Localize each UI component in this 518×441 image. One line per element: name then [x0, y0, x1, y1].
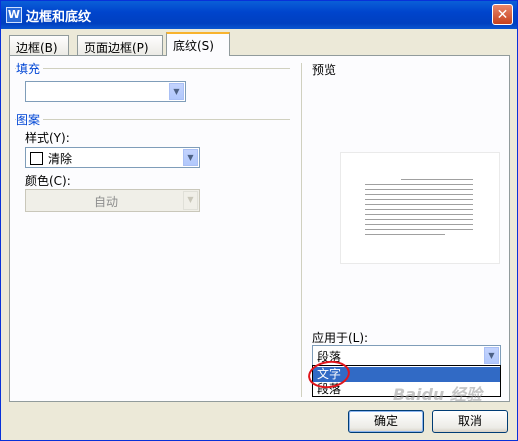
preview-text-line [365, 219, 473, 220]
preview-text-line [365, 209, 473, 210]
style-label: 样式(Y): [25, 131, 70, 145]
preview-text-line [401, 179, 473, 180]
chevron-down-icon[interactable]: ▼ [484, 347, 499, 364]
preview-text-line [365, 184, 473, 185]
tab-page-borders[interactable]: 页面边框(P) [77, 35, 163, 55]
preview-page [341, 153, 499, 263]
tab-borders[interactable]: 边框(B) [9, 35, 69, 55]
pattern-color-dropdown: 自动 ▼ [25, 189, 200, 212]
borders-shading-dialog: W 边框和底纹 ✕ 边框(B) 页面边框(P) 底纹(S) 填充 ▼ 图案 样式… [0, 0, 518, 441]
baidu-watermark: Baidu 经验 [393, 385, 482, 404]
preview-divider [301, 63, 302, 397]
preview-text-line [365, 189, 473, 190]
fill-group-title: 填充 [16, 60, 44, 77]
chevron-down-icon[interactable]: ▼ [183, 149, 198, 166]
pattern-style-value: 清除 [48, 152, 73, 166]
chevron-down-icon: ▼ [183, 191, 198, 210]
preview-text-line [365, 214, 473, 215]
cancel-button[interactable]: 取消 [432, 410, 508, 433]
preview-text-line [365, 194, 473, 195]
preview-text-line [365, 234, 445, 235]
fill-color-dropdown[interactable]: ▼ [25, 81, 186, 102]
chevron-down-icon[interactable]: ▼ [169, 83, 184, 100]
preview-title: 预览 [312, 63, 337, 77]
preview-text-line [365, 229, 473, 230]
tab-shading[interactable]: 底纹(S) [166, 32, 230, 56]
apply-to-label: 应用于(L): [312, 331, 369, 345]
dialog-title: 边框和底纹 [26, 10, 92, 25]
pattern-group-divider [15, 119, 290, 120]
color-label: 颜色(C): [25, 174, 71, 188]
close-button[interactable]: ✕ [492, 4, 513, 25]
preview-text-line [365, 199, 473, 200]
pattern-swatch [30, 152, 43, 165]
pattern-color-value: 自动 [94, 195, 119, 209]
preview-text-line [365, 224, 473, 225]
pattern-group-title: 图案 [16, 111, 44, 128]
title-bar[interactable]: W 边框和底纹 ✕ [1, 1, 517, 29]
pattern-style-dropdown[interactable]: 清除 ▼ [25, 147, 200, 168]
ok-button[interactable]: 确定 [348, 410, 424, 433]
preview-text-line [365, 204, 473, 205]
fill-group-divider [15, 68, 290, 69]
wps-writer-icon: W [6, 7, 22, 23]
